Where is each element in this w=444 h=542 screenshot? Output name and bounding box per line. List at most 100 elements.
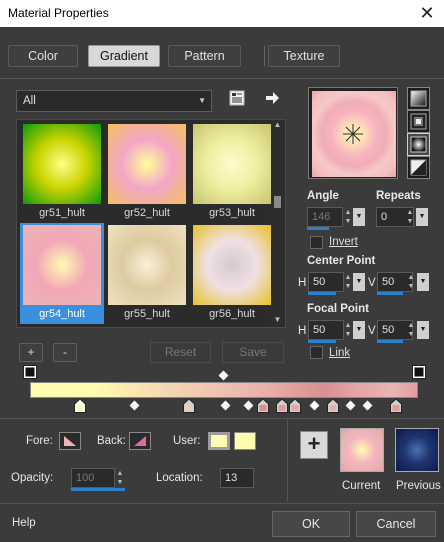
help-link[interactable]: Help [12, 517, 36, 529]
repeats-spinner[interactable]: ▲ ▼ [405, 208, 415, 226]
gradient-swatch-label: gr51_hult [39, 207, 85, 219]
current-material-swatch[interactable] [340, 428, 384, 472]
color-midpoint-diamond[interactable] [129, 400, 140, 411]
rectangular-style-button[interactable] [407, 110, 430, 133]
back-color-chip[interactable] [129, 432, 151, 450]
opacity-midpoint-diamond[interactable] [218, 370, 229, 381]
gradient-preview[interactable] [308, 87, 398, 179]
scroll-down-icon[interactable]: ▼ [271, 315, 284, 327]
color-stop-marker[interactable] [276, 398, 288, 413]
cancel-button[interactable]: Cancel [356, 511, 436, 537]
gradient-swatch-label: gr52_hult [124, 207, 170, 219]
color-midpoint-diamond[interactable] [243, 400, 254, 411]
fore-color-chip[interactable] [59, 432, 81, 450]
color-midpoint-diamond[interactable] [220, 400, 231, 411]
tabs-divider [0, 78, 444, 79]
scroll-up-icon[interactable]: ▲ [271, 120, 284, 132]
focal-v-slider-fill [377, 340, 403, 343]
opacity-start-stop[interactable] [23, 365, 37, 379]
focal-h-spinner[interactable]: ▲ ▼ [343, 321, 353, 339]
color-midpoint-diamond[interactable] [309, 400, 320, 411]
focal-v-spinner[interactable]: ▲ ▼ [406, 321, 416, 339]
angle-spinner[interactable]: ▲ ▼ [343, 208, 353, 226]
repeats-dropdown-icon[interactable]: ▼ [416, 208, 428, 226]
current-label: Current [342, 480, 381, 492]
gradient-swatch-label: gr54_hult [39, 308, 85, 320]
reset-button[interactable]: Reset [150, 342, 211, 363]
crosshair-icon[interactable] [342, 123, 364, 145]
center-h-dropdown-icon[interactable]: ▼ [353, 273, 365, 291]
opacity-end-stop[interactable] [412, 365, 426, 379]
gradient-swatch-label: gr56_hult [209, 308, 255, 320]
center-h-slider-fill [308, 292, 336, 295]
gradient-bar[interactable] [30, 382, 418, 398]
color-stop-marker[interactable] [257, 398, 269, 413]
gradient-swatch-cell[interactable]: gr56_hult [190, 223, 274, 324]
vertical-divider [287, 420, 288, 502]
angle-dropdown-icon[interactable]: ▼ [353, 208, 365, 226]
chevron-down-icon: ▼ [198, 96, 206, 105]
linear-style-button[interactable] [407, 87, 430, 110]
tab-color[interactable]: Color [8, 45, 78, 67]
gradient-swatch-cell[interactable]: gr53_hult [190, 122, 274, 223]
gradient-swatch-cell[interactable]: gr55_hult [105, 223, 189, 324]
previous-material-swatch[interactable] [395, 428, 439, 472]
color-stop-marker[interactable] [390, 398, 402, 413]
remove-gradient-button[interactable]: - [53, 343, 77, 362]
user-label: User: [173, 435, 201, 447]
opacity-spinner[interactable]: ▲ ▼ [115, 469, 125, 487]
gradient-swatch [23, 124, 101, 204]
tab-separator [264, 46, 265, 66]
add-gradient-button[interactable]: + [19, 343, 43, 362]
color-stop-marker[interactable] [183, 398, 195, 413]
focal-h-input[interactable]: 50 [308, 320, 344, 340]
gradient-swatch-cell[interactable]: gr54_hult [20, 223, 104, 324]
swatch-scrollbar[interactable]: ▲ ▼ [271, 120, 284, 327]
arrow-right-icon[interactable] [264, 90, 280, 106]
tab-pattern[interactable]: Pattern [168, 45, 241, 67]
user-color-chip-selected[interactable] [208, 432, 230, 450]
ok-button[interactable]: OK [272, 511, 350, 537]
back-label: Back: [97, 435, 126, 447]
focal-h-label: H [298, 325, 307, 337]
opacity-input[interactable]: 100 [71, 468, 115, 488]
opacity-label: Opacity: [11, 472, 54, 484]
focal-v-dropdown-icon[interactable]: ▼ [417, 321, 429, 339]
scroll-thumb[interactable] [274, 196, 281, 208]
tab-texture[interactable]: Texture [268, 45, 340, 67]
user-color-chip[interactable] [234, 432, 256, 450]
gradient-swatch-cell[interactable]: gr51_hult [20, 122, 104, 223]
color-midpoint-diamond[interactable] [362, 400, 373, 411]
focal-h-slider-fill [308, 340, 336, 343]
gradient-swatch [108, 124, 186, 204]
gradient-swatch-label: gr55_hult [124, 308, 170, 320]
color-midpoint-diamond[interactable] [345, 400, 356, 411]
angle-input[interactable]: 146 [307, 207, 343, 227]
tab-gradient[interactable]: Gradient [88, 45, 160, 67]
center-v-spinner[interactable]: ▲ ▼ [406, 273, 416, 291]
center-h-input[interactable]: 50 [308, 272, 344, 292]
color-stop-marker[interactable] [327, 398, 339, 413]
previous-label: Previous [396, 480, 441, 492]
center-h-spinner[interactable]: ▲ ▼ [343, 273, 353, 291]
gradient-swatch-cell[interactable]: gr52_hult [105, 122, 189, 223]
center-point-label: Center Point [307, 255, 376, 267]
save-button[interactable]: Save [222, 342, 284, 363]
focal-point-label: Focal Point [307, 303, 369, 315]
color-stop-marker[interactable] [74, 398, 86, 413]
sunburst-style-button[interactable] [407, 156, 430, 179]
focal-h-dropdown-icon[interactable]: ▼ [353, 321, 365, 339]
location-label: Location: [156, 472, 203, 484]
center-v-dropdown-icon[interactable]: ▼ [417, 273, 429, 291]
location-input[interactable]: 13 [220, 468, 254, 488]
category-dropdown[interactable]: All ▼ [16, 90, 212, 112]
link-checkbox[interactable] [310, 346, 323, 359]
invert-checkbox[interactable] [310, 236, 323, 249]
center-h-label: H [298, 277, 307, 289]
color-stop-marker[interactable] [289, 398, 301, 413]
fore-label: Fore: [26, 435, 53, 447]
add-to-swatches-button[interactable]: + [300, 431, 328, 459]
close-icon[interactable]: ✕ [412, 1, 442, 25]
library-icon[interactable] [229, 90, 245, 106]
radial-style-button[interactable] [407, 133, 430, 156]
